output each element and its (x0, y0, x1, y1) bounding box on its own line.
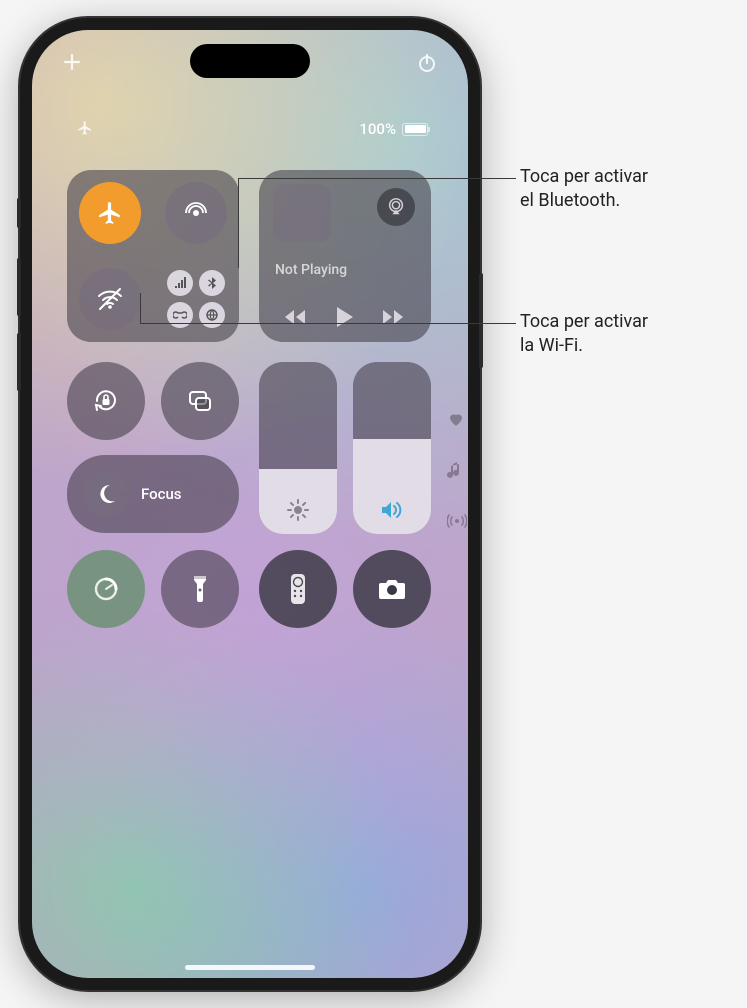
bluetooth-icon (199, 270, 225, 296)
music-note-icon (447, 462, 463, 480)
focus-button[interactable]: Focus (67, 455, 239, 533)
plus-icon (62, 52, 82, 72)
satellite-icon (199, 302, 225, 328)
now-playing-panel[interactable]: Not Playing (259, 170, 431, 342)
play-icon (335, 306, 355, 328)
airplane-icon (97, 200, 123, 226)
screen-mirroring-icon (185, 386, 215, 416)
wifi-off-icon (95, 284, 125, 314)
airplay-icon (386, 197, 406, 217)
battery-percent: 100% (359, 120, 396, 138)
brightness-slider[interactable] (259, 362, 337, 534)
battery-icon (402, 123, 428, 136)
airdrop-button[interactable] (165, 182, 227, 244)
home-indicator[interactable] (185, 965, 315, 970)
callout-wifi-line-v (140, 293, 141, 323)
heart-icon (447, 410, 465, 428)
status-airplane-icon (77, 120, 93, 136)
power-icon (416, 52, 438, 74)
callout-bluetooth: Toca per activar el Bluetooth. (520, 165, 648, 214)
airdrop-icon (182, 199, 210, 227)
dynamic-island (190, 44, 310, 78)
connectivity-panel[interactable] (67, 170, 239, 342)
screen: 100% (32, 30, 468, 978)
cellular-icon (167, 270, 193, 296)
timer-button[interactable] (67, 550, 145, 628)
lock-screen-button[interactable] (416, 52, 438, 74)
music-page-indicator (447, 462, 467, 480)
orientation-lock-button[interactable] (67, 362, 145, 440)
timer-icon (91, 574, 121, 604)
album-art-placeholder (273, 184, 331, 242)
phone-frame: 100% (20, 18, 480, 990)
callout-wifi: Toca per activar la Wi-Fi. (520, 310, 648, 359)
apple-tv-remote-button[interactable] (259, 550, 337, 628)
favorite-page-indicator (447, 410, 467, 428)
connectivity-more-cluster[interactable] (165, 268, 227, 330)
add-control-button[interactable] (62, 52, 82, 74)
screen-mirroring-button[interactable] (161, 362, 239, 440)
focus-label: Focus (141, 485, 182, 503)
callout-bluetooth-line (238, 178, 516, 179)
brightness-icon (286, 498, 310, 522)
power-side-button (479, 273, 483, 368)
volume-slider[interactable] (353, 362, 431, 534)
volume-up-button (17, 258, 21, 316)
remote-icon (290, 573, 306, 605)
flashlight-button[interactable] (161, 550, 239, 628)
orientation-lock-icon (91, 386, 121, 416)
antenna-icon (447, 514, 467, 532)
volume-down-button (17, 333, 21, 391)
media-title: Not Playing (275, 262, 347, 278)
side-button (17, 198, 21, 228)
do-not-disturb-icon (83, 471, 129, 517)
callout-bluetooth-line-v (238, 178, 239, 268)
airplane-mode-button[interactable] (79, 182, 141, 244)
connectivity-page-indicator (447, 514, 467, 532)
volume-icon (379, 498, 405, 522)
flashlight-icon (192, 574, 208, 604)
camera-icon (377, 577, 407, 601)
moon-icon (94, 482, 118, 506)
play-button[interactable] (335, 306, 355, 328)
callout-wifi-line (140, 323, 516, 324)
personal-hotspot-icon (167, 302, 193, 328)
airplay-button[interactable] (377, 188, 415, 226)
camera-button[interactable] (353, 550, 431, 628)
wifi-button[interactable] (79, 268, 141, 330)
status-bar: 100% (359, 120, 428, 138)
